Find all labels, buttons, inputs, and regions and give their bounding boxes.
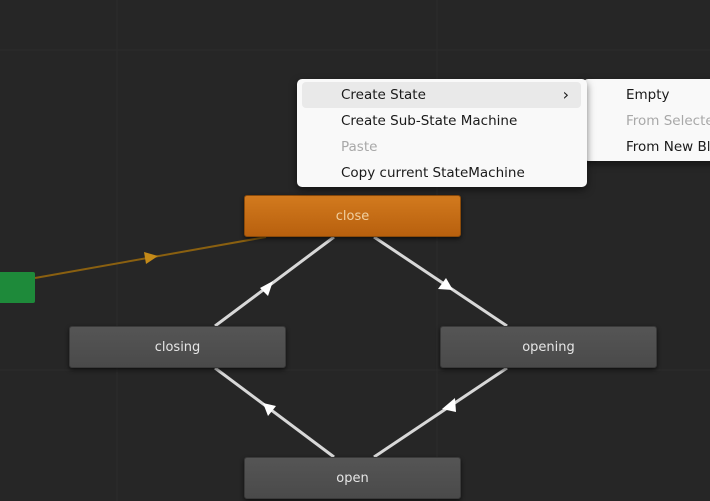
menu-item-create-sub-state-machine[interactable]: Create Sub-State Machine xyxy=(297,108,587,134)
transition-open-closing[interactable] xyxy=(214,366,335,459)
state-close[interactable]: close xyxy=(244,195,461,237)
menu-item-from-new-blend-tree[interactable]: From New Bl xyxy=(583,134,710,160)
menu-item-paste: Paste xyxy=(341,139,378,155)
transition-arrow-icon xyxy=(260,281,273,296)
entry-node[interactable] xyxy=(0,272,35,303)
transition-arrow-icon xyxy=(263,403,276,416)
state-label: close xyxy=(335,208,370,224)
menu-item-label: Create State xyxy=(341,87,426,103)
transition-close-opening[interactable] xyxy=(373,235,508,328)
transition-opening-open[interactable] xyxy=(373,366,508,459)
chevron-right-icon: › xyxy=(562,85,569,104)
state-label: open xyxy=(336,470,369,486)
menu-item-from-selected: From Selecte xyxy=(626,113,710,129)
state-open[interactable]: open xyxy=(244,457,461,499)
menu-item-create-state[interactable]: Create State › xyxy=(302,82,581,108)
transition-closing-close[interactable] xyxy=(214,235,335,328)
state-closing[interactable]: closing xyxy=(69,326,286,368)
state-label: closing xyxy=(154,339,201,355)
graph-canvas[interactable] xyxy=(0,0,710,501)
menu-item-copy-current-statemachine[interactable]: Copy current StateMachine xyxy=(297,160,587,186)
state-opening[interactable]: opening xyxy=(440,326,657,368)
create-state-submenu: Empty From Selecte From New Bl xyxy=(583,79,710,161)
state-label: opening xyxy=(522,339,575,355)
transition-arrow-icon xyxy=(144,252,158,264)
context-menu: Create State › Create Sub-State Machine … xyxy=(297,79,587,187)
menu-item-empty[interactable]: Empty xyxy=(583,82,710,108)
